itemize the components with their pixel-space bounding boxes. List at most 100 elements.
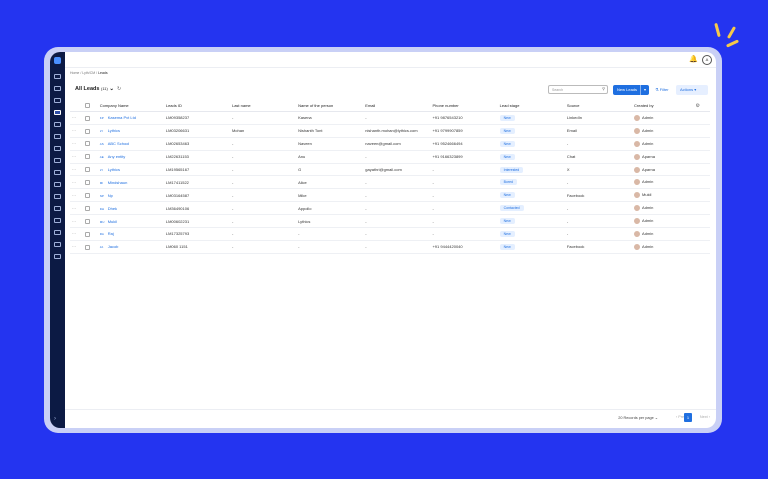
row-checkbox[interactable] [84,154,90,160]
table-row[interactable]: ⋯ LY Lythics LM03206631 Mohan Nishanth Tont ni… [70,124,710,138]
layers-icon[interactable] [54,206,61,211]
company-name-link[interactable]: ABC School [108,141,130,146]
column-header[interactable]: Phone number [430,100,498,112]
column-header[interactable]: Created by [632,100,686,112]
table-row[interactable]: ⋯ DH Dhek LM36490106- Appollo - - Contacted - Adm… [70,201,710,216]
row-checkbox[interactable] [84,218,90,224]
refresh-icon[interactable]: ↻ [117,86,121,92]
column-header[interactable]: Email [363,100,431,112]
briefcase-icon[interactable] [54,122,61,127]
row-menu-icon[interactable]: ⋯ [72,219,76,224]
created-by: Admin [642,231,654,237]
row-checkbox[interactable] [84,205,90,211]
company-name-link[interactable]: Np [108,193,113,198]
next-page-button[interactable]: Next › [700,415,710,419]
row-menu-icon[interactable]: ⋯ [72,180,76,185]
lead-id: LM19565167 [163,163,230,177]
box-icon[interactable] [54,230,61,235]
last-name: - [229,214,297,229]
leads-icon[interactable] [54,110,61,115]
row-checkbox[interactable] [84,141,90,147]
company-initials: MU [99,219,105,224]
card-icon[interactable] [54,194,61,199]
breadcrumb-crm[interactable]: Lyth/CM [82,71,95,75]
new-leads-button[interactable]: New Leads ▾ [613,85,649,95]
search-icon: ⚲ [602,86,605,91]
table-row[interactable]: ⋯ AE Any entity LM22631153- Anu - +91 91663238… [70,150,710,164]
row-menu-icon[interactable]: ⋯ [72,167,76,172]
company-name-link[interactable]: Raj [108,231,114,236]
column-settings-icon[interactable]: ⚙ [685,100,710,112]
contacts-icon[interactable] [54,146,61,151]
table-row[interactable]: ⋯ AS ABC School LM02653463- Naveen naveen@gma… [70,137,710,151]
source: X [564,163,633,177]
row-menu-icon[interactable]: ⋯ [72,154,76,159]
avatar[interactable]: A [702,55,712,65]
folder-icon[interactable] [54,158,61,163]
grid-icon[interactable] [54,86,61,91]
search-input[interactable]: Search ⚲ [548,85,608,94]
table-row[interactable]: ⋯ MI Mindshaun LM17411522- Alice - - Bored - Admi… [70,175,710,190]
created-by: Admin [642,140,654,146]
table-row[interactable]: ⋯ JA Jacob LM060 1151- - - +91 9444420040 New Fa… [70,240,710,254]
filter-button[interactable]: ⚗ Filter [655,87,669,92]
expand-sidebar-icon[interactable]: › [54,416,56,422]
company-name-link[interactable]: Any entity [108,154,126,159]
row-menu-icon[interactable]: ⋯ [72,141,76,146]
row-checkbox[interactable] [84,115,90,121]
table-row[interactable]: ⋯ KP Kasema Pvt Ltd LM09358237- Kasena - +91 9… [70,111,710,125]
home-icon[interactable] [54,74,61,79]
page-number-button[interactable]: 1 [684,413,692,422]
company-name-link[interactable]: Jacob [108,244,119,249]
bell-icon[interactable]: 🔔 [689,55,698,63]
column-header[interactable]: Last name [229,100,297,112]
row-checkbox[interactable] [84,167,90,173]
table-row[interactable]: ⋯ MU Mukil LM00602231- Lythics - - New - Admin [70,214,710,229]
records-per-page-select[interactable]: 20 Records per page ⌄ [618,415,658,420]
company-name-link[interactable]: Lythics [108,128,120,133]
row-menu-icon[interactable]: ⋯ [72,231,76,236]
row-checkbox[interactable] [84,128,90,134]
column-header[interactable]: Company Name [97,100,164,112]
company-name-link[interactable]: Dhek [108,206,117,211]
select-all-checkbox[interactable] [84,103,90,109]
row-menu-icon[interactable]: ⋯ [72,115,76,120]
column-header[interactable]: Name of the person [296,100,364,112]
page-title[interactable]: All Leads (11) ⌄ [75,86,114,92]
building-icon[interactable] [54,134,61,139]
actions-button[interactable]: Actions ▾ [676,85,708,95]
row-checkbox[interactable] [84,193,90,198]
table-header: Company Name Leads ID Last name Name of … [70,100,710,112]
chevron-down-icon[interactable]: ▾ [640,85,649,95]
document-icon[interactable] [54,218,61,223]
creator-avatar [634,166,641,173]
breadcrumb-home[interactable]: Home [70,71,79,75]
source: - [564,137,633,151]
email: - [363,111,431,125]
table-row[interactable]: ⋯ LY Lythics LM19565167- Ggayathri@gmail.com… [70,163,710,177]
table-row[interactable]: ⋯ RA Raj LM17325793- - - - New - Admin [70,227,710,241]
row-checkbox[interactable] [84,231,90,237]
lead-id: LM17411522 [163,175,230,190]
row-menu-icon[interactable]: ⋯ [72,244,76,249]
percent-icon[interactable] [54,182,61,187]
row-menu-icon[interactable]: ⋯ [72,206,76,211]
team-icon[interactable] [54,170,61,175]
row-menu-icon[interactable]: ⋯ [72,193,76,198]
decorative-spark [714,22,721,38]
row-checkbox[interactable] [84,244,90,250]
company-name-link[interactable]: Mindshaun [108,180,128,185]
company-name-link[interactable]: Kasema Pvt Ltd [108,115,136,120]
row-checkbox[interactable] [84,180,90,186]
company-name-link[interactable]: Mukil [108,219,117,224]
row-menu-icon[interactable]: ⋯ [72,128,76,133]
company-name-link[interactable]: Lythics [108,167,120,172]
column-header[interactable]: Source [564,100,633,112]
column-header[interactable]: Lead stage [497,100,565,112]
table-row[interactable]: ⋯ NP Np LM03164587- Mike - - New Facebook Mukil [70,188,710,203]
users-icon[interactable] [54,98,61,103]
report-icon[interactable] [54,254,61,259]
filter-label: Filter [659,87,669,92]
settings-icon[interactable] [54,242,61,247]
column-header[interactable]: Leads ID [163,100,230,112]
